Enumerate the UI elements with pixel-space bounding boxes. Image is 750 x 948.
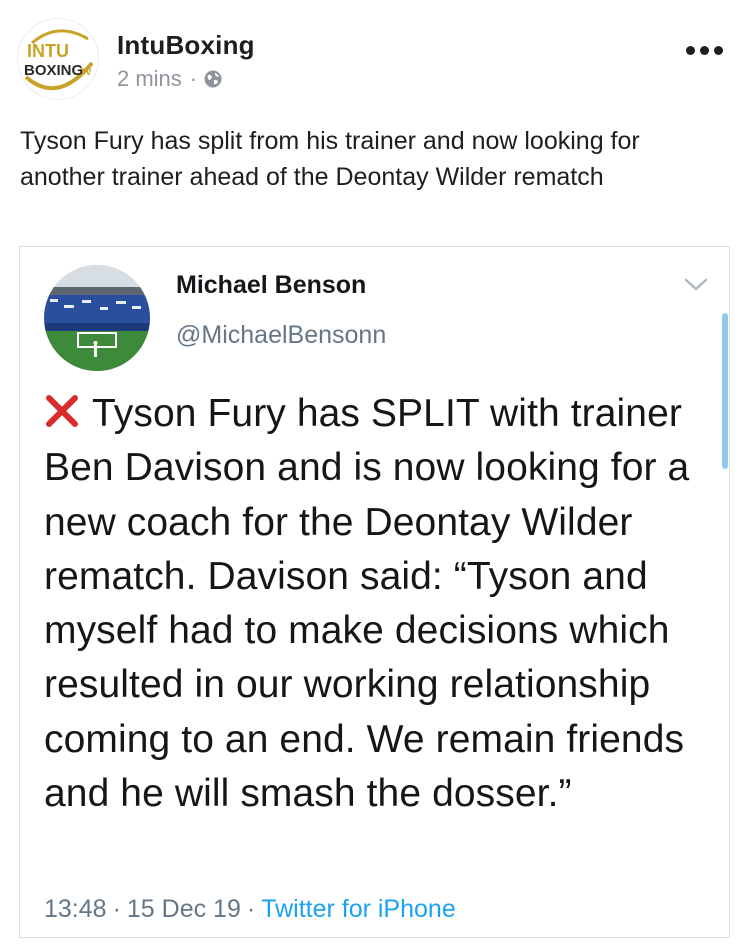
tweet-avatar[interactable] [44,265,150,371]
post-time[interactable]: 2 mins [117,66,182,92]
intuboxing-logo: INTU BOXING TV [24,29,94,91]
page-avatar[interactable]: INTU BOXING TV [17,18,99,100]
more-options-icon[interactable] [683,40,725,60]
meta-separator: · [189,66,198,91]
tweet-text: Tyson Fury has SPLIT with trainer Ben Da… [44,392,690,816]
post-text: Tyson Fury has split from his trainer an… [20,127,640,191]
tweet-author-name[interactable]: Michael Benson [176,271,366,300]
post-meta: 2 mins · [117,66,223,92]
tweet-time[interactable]: 13:48 [44,895,107,924]
scrollbar[interactable] [722,313,728,469]
tweet-body: Tyson Fury has SPLIT with trainer Ben Da… [44,387,714,821]
embedded-tweet[interactable]: Michael Benson @MichaelBensonn Tyson Fur… [19,246,730,938]
tweet-footer: 13:48 · 15 Dec 19 · Twitter for iPhone [44,895,456,924]
globe-icon [204,70,222,88]
logo-text-bottom: BOXING [24,62,83,79]
logo-text-tv: TV [80,67,92,77]
cross-mark-icon [46,395,78,427]
post-header: INTU BOXING TV IntuBoxing 2 mins · [0,0,750,110]
footer-separator: · [112,895,121,923]
chevron-down-icon[interactable] [682,275,710,295]
footer-separator: · [246,895,256,923]
tweet-author-handle[interactable]: @MichaelBensonn [176,321,386,350]
tweet-date[interactable]: 15 Dec 19 [127,895,241,924]
stadium-avatar-image [44,265,150,371]
tweet-source-link[interactable]: Twitter for iPhone [261,895,456,924]
page-name[interactable]: IntuBoxing [117,30,255,61]
logo-text-top: INTU [27,41,69,61]
